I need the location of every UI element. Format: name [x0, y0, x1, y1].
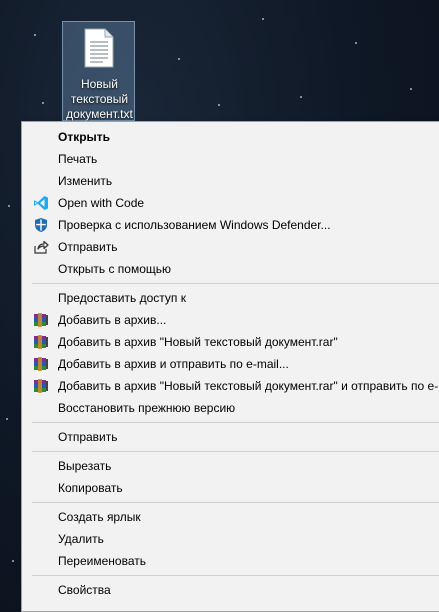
menu-separator: [32, 575, 439, 576]
menu-item-label: Удалить: [58, 532, 104, 546]
winrar-icon: [33, 312, 49, 328]
winrar-icon: [33, 334, 49, 350]
menu-item[interactable]: Создать ярлык: [22, 506, 439, 528]
star: [8, 205, 10, 207]
text-file-icon: [84, 28, 114, 68]
menu-item-label: Добавить в архив "Новый текстовый докуме…: [58, 379, 439, 393]
menu-item[interactable]: Открыть с помощью: [22, 258, 439, 280]
menu-separator: [32, 283, 439, 284]
menu-item-label: Предоставить доступ к: [58, 291, 186, 305]
menu-item-label: Восстановить прежнюю версию: [58, 401, 236, 415]
menu-item-label: Изменить: [58, 174, 113, 188]
menu-item[interactable]: Добавить в архив и отправить по e-mail..…: [22, 353, 439, 375]
star: [34, 34, 36, 36]
star: [355, 42, 357, 44]
menu-item-label: Копировать: [58, 481, 123, 495]
menu-item[interactable]: Печать: [22, 148, 439, 170]
menu-item-label: Проверка с использованием Windows Defend…: [58, 218, 331, 232]
menu-item-label: Печать: [58, 152, 98, 166]
menu-item[interactable]: Переименовать: [22, 550, 439, 572]
menu-item[interactable]: Вырезать: [22, 455, 439, 477]
menu-item-label: Добавить в архив и отправить по e-mail..…: [58, 357, 289, 371]
menu-item[interactable]: Open with Code: [22, 192, 439, 214]
star: [218, 104, 220, 106]
menu-separator: [32, 422, 439, 423]
menu-item-label: Добавить в архив...: [58, 313, 167, 327]
menu-item-label: Open with Code: [58, 196, 145, 210]
menu-item-label: Открыть с помощью: [58, 262, 172, 276]
share-icon: [33, 239, 49, 255]
desktop-file-icon[interactable]: Новый текстовый документ.txt: [62, 21, 135, 121]
menu-item-label: Создать ярлык: [58, 510, 141, 524]
menu-item[interactable]: Восстановить прежнюю версию: [22, 397, 439, 419]
menu-item[interactable]: Предоставить доступ к: [22, 287, 439, 309]
menu-item[interactable]: Отправить: [22, 426, 439, 448]
star: [178, 58, 180, 60]
menu-item[interactable]: Изменить: [22, 170, 439, 192]
star: [42, 102, 44, 104]
menu-item-label: Отправить: [58, 430, 118, 444]
menu-item[interactable]: Добавить в архив "Новый текстовый докуме…: [22, 375, 439, 397]
menu-item-label: Свойства: [58, 583, 111, 597]
menu-item[interactable]: Отправить: [22, 236, 439, 258]
winrar-icon: [33, 378, 49, 394]
menu-item-label: Переименовать: [58, 554, 146, 568]
menu-item-label: Добавить в архив "Новый текстовый докуме…: [58, 335, 338, 349]
menu-item[interactable]: Добавить в архив...: [22, 309, 439, 331]
menu-item[interactable]: Удалить: [22, 528, 439, 550]
menu-item[interactable]: Открыть: [22, 126, 439, 148]
desktop-file-label: Новый текстовый документ.txt: [66, 77, 133, 121]
defender-shield-icon: [33, 217, 49, 233]
star: [12, 560, 14, 562]
menu-item[interactable]: Свойства: [22, 579, 439, 601]
menu-item[interactable]: Добавить в архив "Новый текстовый докуме…: [22, 331, 439, 353]
menu-item-label: Вырезать: [58, 459, 112, 473]
menu-separator: [32, 451, 439, 452]
star: [410, 88, 412, 90]
menu-item-label: Открыть: [58, 130, 111, 144]
menu-item[interactable]: Копировать: [22, 477, 439, 499]
star: [262, 18, 264, 20]
menu-separator: [32, 502, 439, 503]
vscode-icon: [33, 195, 49, 211]
star: [300, 96, 302, 98]
menu-item[interactable]: Проверка с использованием Windows Defend…: [22, 214, 439, 236]
winrar-icon: [33, 356, 49, 372]
menu-item-label: Отправить: [58, 240, 118, 254]
context-menu: Открыть Печать Изменить Open with Code Прове…: [21, 121, 439, 612]
star: [6, 418, 8, 420]
